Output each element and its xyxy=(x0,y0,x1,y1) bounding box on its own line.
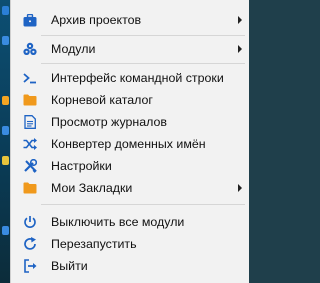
menu-separator xyxy=(41,204,245,205)
submenu-arrow-icon xyxy=(238,16,242,24)
menu-item-settings[interactable]: Настройки xyxy=(11,155,249,177)
menu-item-command-line[interactable]: Интерфейс командной строки xyxy=(11,67,249,89)
submenu-arrow-icon xyxy=(238,184,242,192)
document-icon xyxy=(23,115,37,129)
menu-item-label: Конвертер доменных имён xyxy=(51,137,206,151)
desktop-icon-fragment xyxy=(2,96,9,105)
folder-icon xyxy=(23,93,37,107)
shuffle-icon xyxy=(23,137,37,151)
exit-icon xyxy=(23,259,37,273)
menu-item-disable-all-modules[interactable]: Выключить все модули xyxy=(11,211,249,233)
menu-item-bookmarks[interactable]: Мои Закладки xyxy=(11,177,249,199)
menu-item-domain-converter[interactable]: Конвертер доменных имён xyxy=(11,133,249,155)
wrench-screwdriver-icon xyxy=(23,159,37,173)
desktop-icon-fragment xyxy=(2,156,9,165)
restart-icon xyxy=(23,237,37,251)
desktop-icon-fragment xyxy=(2,226,9,235)
folder-icon xyxy=(23,181,37,195)
menu-item-label: Мои Закладки xyxy=(51,181,133,195)
menu-item-label: Перезапустить xyxy=(51,237,137,251)
power-icon xyxy=(23,215,37,229)
menu-item-label: Архив проектов xyxy=(51,13,142,27)
menu-item-label: Модули xyxy=(51,42,96,56)
desktop-icon-fragment xyxy=(2,126,9,135)
menu-item-restart[interactable]: Перезапустить xyxy=(11,233,249,255)
modules-icon xyxy=(23,42,37,56)
menu-item-label: Настройки xyxy=(51,159,112,173)
desktop-icon-fragment xyxy=(2,36,9,45)
menu-item-root-directory[interactable]: Корневой каталог xyxy=(11,89,249,111)
terminal-icon xyxy=(23,71,37,85)
menu-item-label: Корневой каталог xyxy=(51,93,153,107)
menu-item-view-logs[interactable]: Просмотр журналов xyxy=(11,111,249,133)
briefcase-icon xyxy=(23,13,37,27)
menu-item-modules[interactable]: Модули xyxy=(11,38,249,60)
menu-item-exit[interactable]: Выйти xyxy=(11,255,249,277)
menu-item-label: Просмотр журналов xyxy=(51,115,167,129)
submenu-arrow-icon xyxy=(238,45,242,53)
menu-item-project-archive[interactable]: Архив проектов xyxy=(11,9,249,31)
menu-item-label: Выйти xyxy=(51,259,88,273)
menu-separator xyxy=(41,63,245,64)
menu-separator xyxy=(41,35,245,36)
desktop-background xyxy=(0,0,10,283)
menu-item-label: Выключить все модули xyxy=(51,215,185,229)
desktop-icon-fragment xyxy=(2,6,9,15)
menu-item-label: Интерфейс командной строки xyxy=(51,71,224,85)
tray-context-menu: Архив проектов Модули Интерфейс командно… xyxy=(10,0,249,283)
